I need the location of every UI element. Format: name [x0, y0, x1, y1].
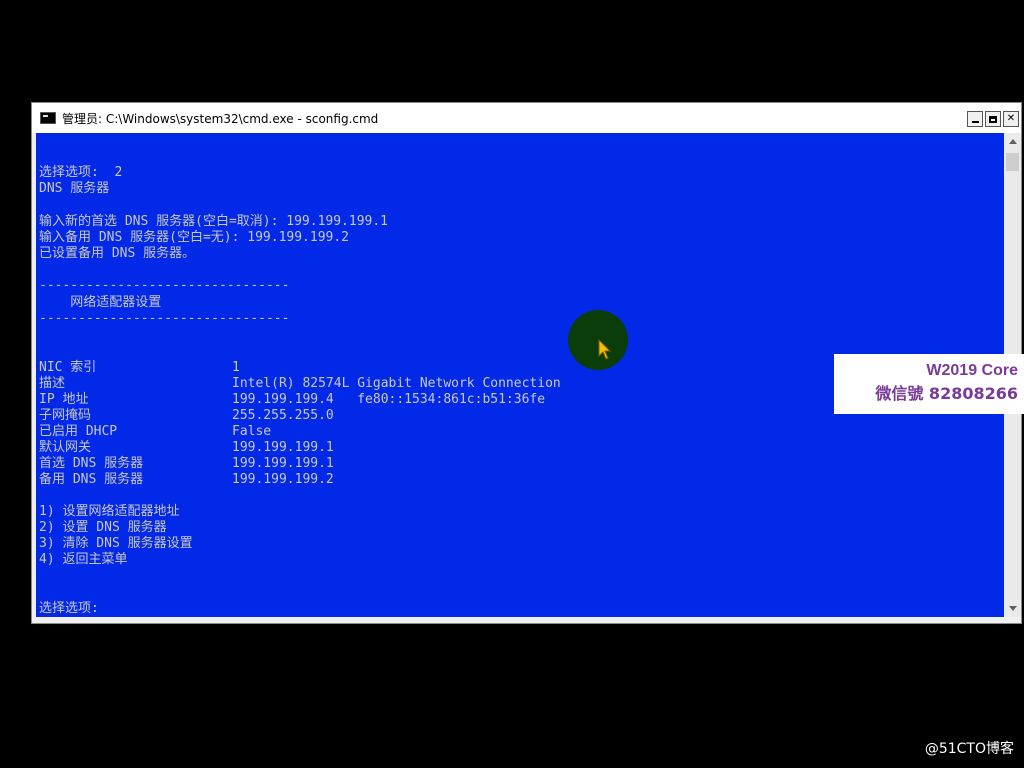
- adapter-label: 首选 DNS 服务器: [39, 456, 144, 471]
- chevron-down-icon: [1008, 606, 1017, 611]
- adapter-value: 199.199.199.1: [232, 440, 334, 455]
- window-controls: ✕: [967, 111, 1019, 127]
- console-line: DNS 服务器: [39, 181, 110, 196]
- minimize-button[interactable]: [967, 111, 983, 127]
- console-line: 输入备用 DNS 服务器(空白=无): 199.199.199.2: [39, 230, 350, 245]
- adapter-value: 199.199.199.1: [232, 456, 334, 471]
- cmd-icon[interactable]: [40, 112, 56, 124]
- adapter-value: Intel(R) 82574L Gigabit Network Connecti…: [232, 376, 561, 391]
- console-line: 选择选项: 2: [39, 165, 123, 180]
- close-button[interactable]: ✕: [1003, 111, 1019, 127]
- maximize-icon: [989, 115, 997, 123]
- adapter-label: 备用 DNS 服务器: [39, 472, 144, 487]
- watermark-contact: 微信號 82808266: [875, 384, 1018, 403]
- title-bar[interactable]: 管理员: C:\Windows\system32\cmd.exe - sconf…: [32, 103, 1021, 133]
- watermark-title: W2019 Core: [926, 362, 1018, 379]
- menu-option: 4) 返回主菜单: [39, 552, 128, 567]
- separator-line: --------------------------------: [39, 311, 290, 326]
- scroll-down-button[interactable]: [1004, 600, 1021, 617]
- section-heading: 网络适配器设置: [39, 295, 162, 310]
- mouse-pointer-icon: [598, 339, 612, 360]
- menu-option: 2) 设置 DNS 服务器: [39, 520, 167, 535]
- adapter-label: NIC 索引: [39, 360, 97, 375]
- separator-line: --------------------------------: [39, 278, 290, 293]
- adapter-label: 已启用 DHCP: [39, 424, 118, 439]
- console-line: 已设置备用 DNS 服务器。: [39, 246, 196, 261]
- adapter-label: 默认网关: [39, 440, 92, 455]
- chevron-up-icon: [1008, 139, 1017, 144]
- adapter-label: IP 地址: [39, 392, 89, 407]
- adapter-label: 子网掩码: [39, 408, 92, 423]
- close-icon: ✕: [1006, 113, 1016, 124]
- adapter-value: 255.255.255.0: [232, 408, 334, 423]
- adapter-value: 1: [232, 360, 240, 375]
- console-line: 输入新的首选 DNS 服务器(空白=取消): 199.199.199.1: [39, 214, 389, 229]
- minimize-icon: [971, 120, 979, 123]
- adapter-value: 199.199.199.4 fe80::1534:861c:b51:36fe: [232, 392, 546, 407]
- scrollbar-thumb[interactable]: [1006, 153, 1019, 171]
- menu-option: 3) 清除 DNS 服务器设置: [39, 536, 193, 551]
- scroll-up-button[interactable]: [1004, 133, 1021, 150]
- window-title: 管理员: C:\Windows\system32\cmd.exe - sconf…: [62, 111, 379, 126]
- watermark-overlay: W2019 Core 微信號 82808266: [834, 354, 1024, 414]
- adapter-label: 描述: [39, 376, 66, 391]
- menu-option: 1) 设置网络适配器地址: [39, 504, 180, 519]
- adapter-value: 199.199.199.2: [232, 472, 334, 487]
- corner-watermark: @51CTO博客: [924, 741, 1014, 757]
- desktop-background: 管理员: C:\Windows\system32\cmd.exe - sconf…: [0, 0, 1024, 768]
- maximize-button[interactable]: [985, 111, 1001, 127]
- adapter-value: False: [232, 424, 272, 439]
- input-prompt[interactable]: 选择选项:: [39, 601, 107, 617]
